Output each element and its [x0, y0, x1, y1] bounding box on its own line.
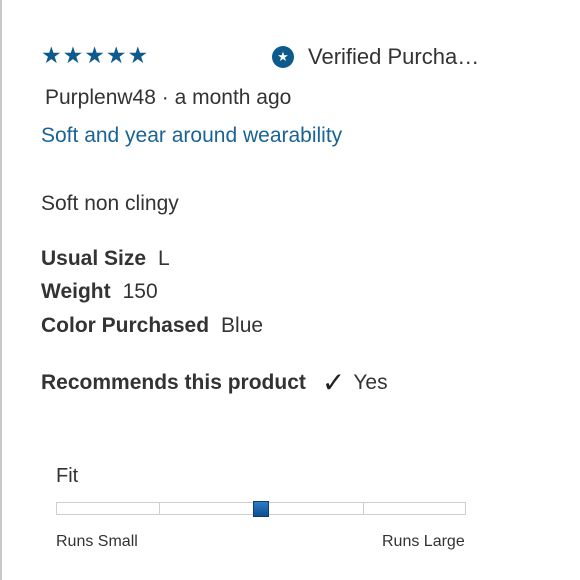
review-byline: Purplenw48 · a month ago	[45, 86, 291, 110]
attribute-usual-size: Usual Size L	[41, 247, 170, 271]
review-body: Soft non clingy	[41, 192, 179, 215]
attribute-color-purchased: Color Purchased Blue	[41, 314, 263, 338]
fit-label: Fit	[56, 465, 79, 487]
recommends-product: Recommends this product ✓ Yes	[41, 367, 388, 398]
star-rating: ★ ★ ★ ★ ★	[41, 44, 148, 67]
byline-separator: ·	[155, 86, 175, 109]
checkmark-icon: ✓	[321, 367, 346, 398]
attribute-value: Blue	[221, 314, 264, 337]
recommend-value: Yes	[353, 371, 388, 394]
attribute-value: L	[158, 247, 170, 270]
star-icon: ★	[105, 42, 127, 68]
star-icon: ★	[127, 42, 149, 68]
posted-date: a month ago	[174, 86, 292, 109]
attribute-value: 150	[122, 280, 158, 303]
fit-segment-divider	[363, 503, 364, 514]
star-icon: ★	[62, 42, 84, 68]
review-title: Soft and year around wearability	[41, 124, 343, 147]
attribute-label: Usual Size	[41, 247, 147, 270]
fit-marker	[253, 501, 269, 517]
attribute-label: Color Purchased	[41, 314, 210, 337]
recommend-label: Recommends this product	[41, 371, 306, 394]
fit-min-label: Runs Small	[56, 533, 138, 550]
star-icon: ★	[41, 42, 62, 68]
reviewer-name: Purplenw48	[45, 86, 156, 109]
attribute-label: Weight	[41, 280, 111, 303]
star-icon: ★	[84, 42, 105, 68]
fit-scale	[56, 501, 466, 517]
star-badge-icon: ★	[272, 46, 294, 68]
attribute-weight: Weight 150	[41, 280, 158, 304]
fit-max-label: Runs Large	[382, 533, 465, 550]
left-divider	[0, 0, 2, 580]
verified-purchase: ★ Verified Purcha…	[272, 44, 479, 70]
verified-label: Verified Purcha…	[308, 44, 480, 69]
fit-segment-divider	[159, 503, 160, 514]
